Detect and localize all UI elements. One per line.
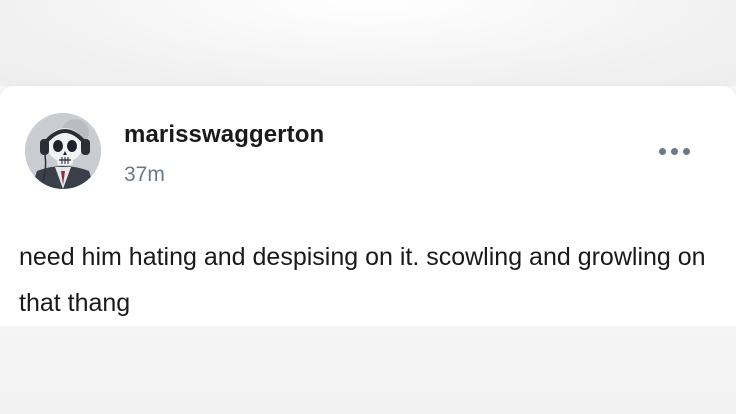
- more-options-button[interactable]: [652, 138, 696, 164]
- post-card: marisswaggerton 37m need him hating and …: [0, 86, 736, 326]
- post-username[interactable]: marisswaggerton: [124, 121, 324, 149]
- ellipsis-icon: [670, 147, 678, 155]
- ellipsis-icon: [682, 147, 690, 155]
- post-body-text: need him hating and despising on it. sco…: [19, 243, 706, 317]
- avatar[interactable]: [25, 113, 101, 189]
- blurred-background-bottom: [0, 326, 736, 414]
- skull-avatar-icon: [25, 113, 101, 189]
- blurred-background-top: [0, 0, 736, 86]
- post-timestamp[interactable]: 37m: [124, 163, 165, 187]
- ellipsis-icon: [658, 147, 666, 155]
